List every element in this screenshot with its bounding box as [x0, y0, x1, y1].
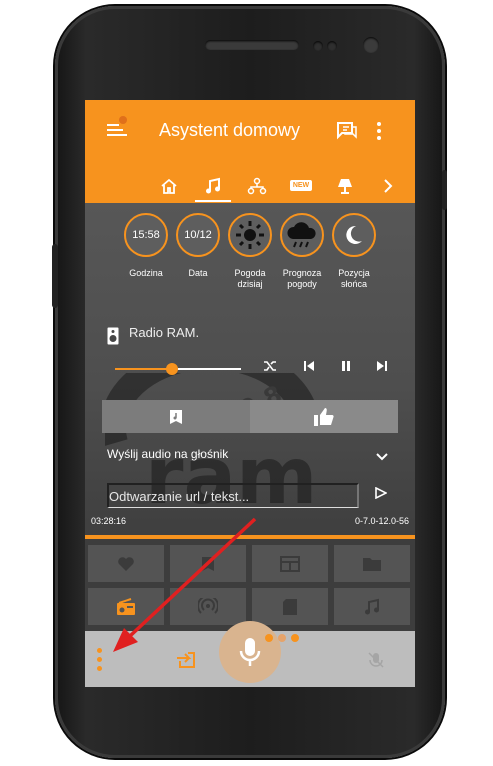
chevron-right-icon: [384, 178, 393, 193]
chat-icon[interactable]: [337, 122, 357, 145]
radio-shortcut[interactable]: [88, 588, 164, 625]
sd-card-icon: [283, 598, 297, 615]
play-icon[interactable]: [375, 486, 388, 504]
elapsed-time: 03:28:16: [91, 516, 127, 526]
tab-home[interactable]: [151, 168, 187, 203]
light-sensor: [327, 41, 337, 51]
weather-today-label: Pogoda dzisiaj: [234, 268, 266, 289]
sun-icon: [236, 221, 264, 249]
playlist-button[interactable]: [102, 400, 250, 433]
favorites-shortcut[interactable]: [88, 545, 164, 582]
rain-cloud-icon: [287, 222, 316, 248]
player-panel: ram 89.8 15:58 Godzina 10/12 Data Pogoda…: [85, 203, 415, 535]
music-note-icon: [206, 177, 220, 193]
home-icon: [161, 178, 177, 194]
new-badge: NEW: [289, 180, 313, 191]
send-audio-label[interactable]: Wyślij audio na głośnik: [107, 447, 228, 461]
page-dot-1: [265, 634, 273, 642]
seek-bar[interactable]: [115, 363, 241, 375]
moon-icon: [346, 225, 362, 244]
earpiece-speaker: [205, 40, 299, 50]
bottom-bar: [85, 621, 415, 687]
dashboard-icon: [280, 555, 300, 572]
speaker-icon: [107, 327, 119, 350]
tab-network[interactable]: [239, 168, 275, 203]
tab-bar: NEW: [85, 168, 415, 203]
bookmark-note-icon: [170, 409, 182, 424]
tab-music[interactable]: [195, 168, 231, 203]
clock-tile[interactable]: 15:58: [124, 213, 168, 257]
bookmark-icon: [202, 556, 214, 571]
mic-off-icon[interactable]: [368, 652, 384, 673]
seek-progress: [115, 368, 172, 370]
microphone-icon: [239, 638, 261, 666]
podcast-shortcut[interactable]: [170, 588, 246, 625]
voice-assistant-button[interactable]: [219, 621, 281, 683]
app-bar: Asystent domowy NEW: [85, 100, 415, 203]
forecast-label: Prognoza pogody: [282, 268, 322, 289]
music-note-icon: [365, 598, 379, 614]
tab-lamp[interactable]: [327, 168, 363, 203]
sun-position-label: Pozycja słońca: [338, 268, 370, 289]
pause-icon[interactable]: [340, 360, 352, 375]
seek-handle[interactable]: [165, 363, 178, 375]
thumbs-up-icon: [314, 407, 334, 426]
volume-button[interactable]: [52, 244, 58, 308]
front-camera: [363, 37, 379, 53]
track-info: 0-7.0-12.0-56: [354, 516, 409, 526]
podcast-icon: [198, 597, 218, 614]
proximity-sensor: [313, 41, 323, 51]
forecast-tile[interactable]: [280, 213, 324, 257]
power-button[interactable]: [442, 170, 447, 210]
notification-dot: [119, 116, 127, 124]
url-input[interactable]: [107, 483, 359, 508]
storage-shortcut[interactable]: [252, 588, 328, 625]
page-dot-3: [291, 634, 299, 642]
layout-shortcut[interactable]: [252, 545, 328, 582]
action-bar: [102, 400, 398, 433]
music-shortcut[interactable]: [334, 588, 410, 625]
clock-tile-label: Godzina: [129, 268, 163, 278]
radio-icon: [117, 597, 135, 615]
station-name: Radio RAM.: [129, 325, 200, 340]
shuffle-icon[interactable]: [263, 360, 277, 375]
overflow-menu-icon[interactable]: [377, 122, 381, 143]
shortcut-grid: [85, 539, 415, 631]
network-icon: [247, 177, 267, 194]
previous-track-icon[interactable]: [303, 360, 315, 375]
folder-icon: [363, 557, 381, 571]
bookmark-shortcut[interactable]: [170, 545, 246, 582]
folder-shortcut[interactable]: [334, 545, 410, 582]
tab-new[interactable]: NEW: [283, 168, 319, 203]
sun-position-tile[interactable]: [332, 213, 376, 257]
tabs-scroll-right[interactable]: [373, 168, 403, 203]
weather-today-tile[interactable]: [228, 213, 272, 257]
app-title: Asystent domowy: [159, 120, 301, 140]
lamp-icon: [338, 178, 352, 194]
next-track-icon[interactable]: [376, 360, 388, 375]
exit-icon[interactable]: [175, 649, 197, 674]
app-screen: Asystent domowy NEW ram 15:58 Godzina 10…: [85, 100, 415, 687]
page-dot-2: [278, 634, 286, 642]
heart-icon: [118, 556, 134, 571]
chevron-down-icon[interactable]: [376, 448, 388, 466]
date-tile-label: Data: [188, 268, 208, 278]
like-button[interactable]: [250, 400, 398, 433]
vertical-dots-menu-icon[interactable]: [97, 648, 103, 675]
date-tile[interactable]: 10/12: [176, 213, 220, 257]
